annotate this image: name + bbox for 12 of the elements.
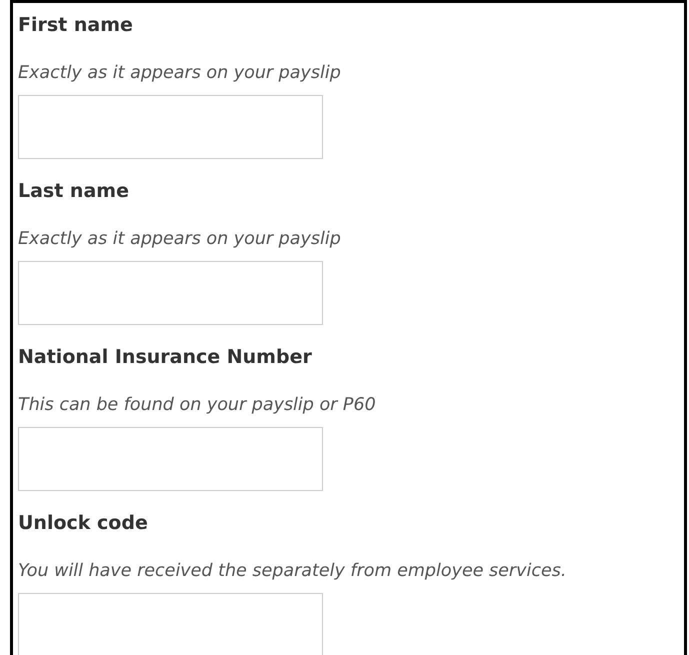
input-field[interactable] (18, 261, 323, 325)
field-hint: You will have received the separately from employee services. (18, 560, 568, 583)
input-field[interactable] (18, 95, 323, 159)
field-label: First name (18, 13, 134, 38)
field-label: Last name (18, 179, 130, 204)
field-hint: Exactly as it appears on your payslip (18, 228, 342, 251)
field-hint: This can be found on your payslip or P60 (18, 394, 377, 417)
input-field[interactable] (18, 427, 323, 491)
input-field[interactable] (18, 593, 323, 655)
field-label: National Insurance Number (18, 345, 313, 370)
field-label: Unlock code (18, 511, 149, 536)
field-hint: Exactly as it appears on your payslip (18, 62, 342, 85)
